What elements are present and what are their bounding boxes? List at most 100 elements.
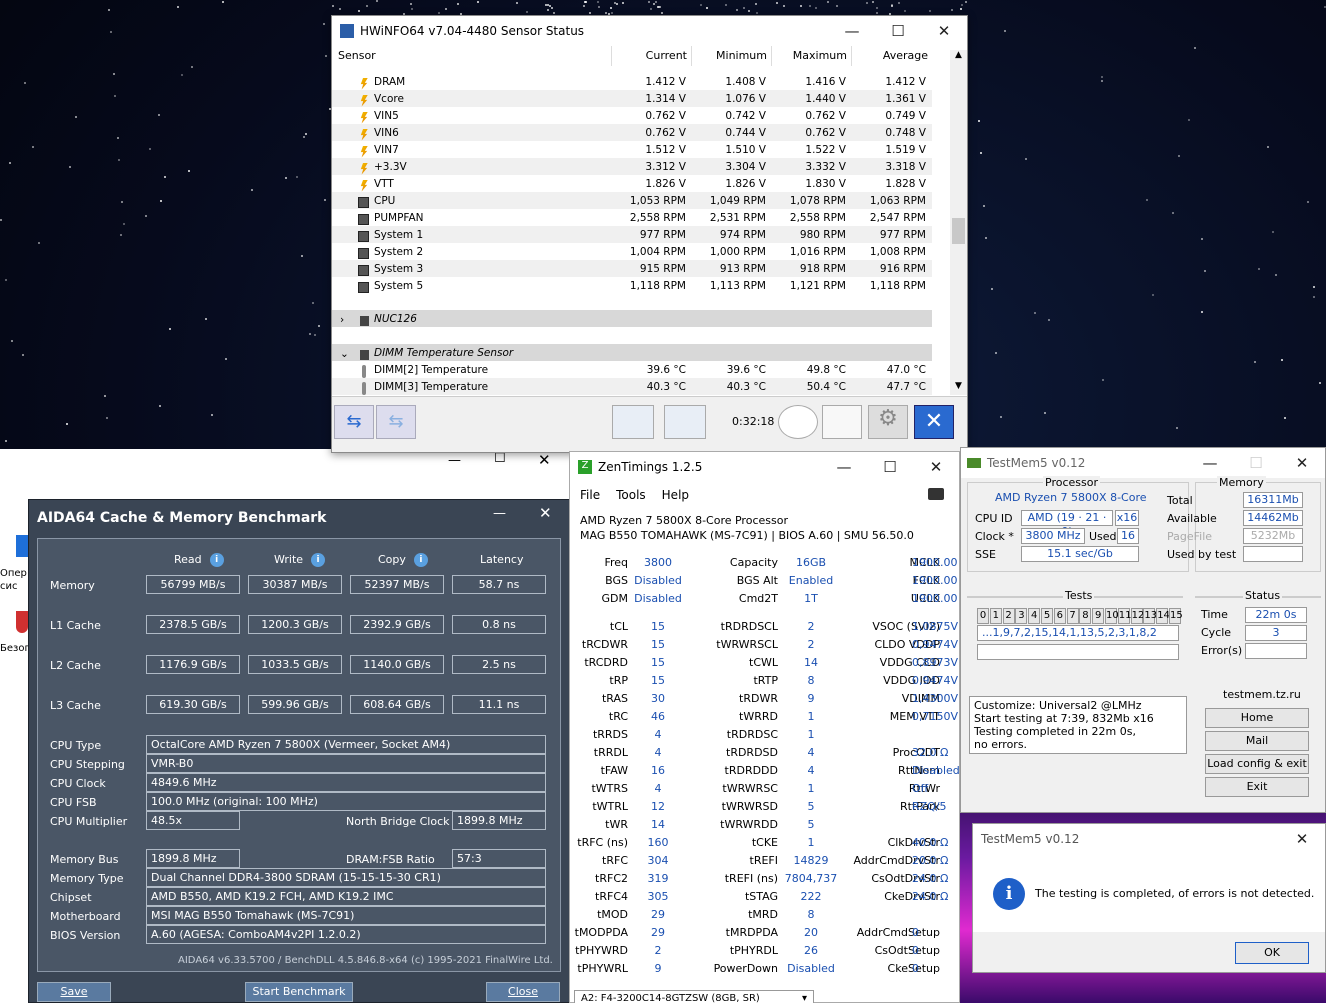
sensor-row[interactable]: DRAM 1.412 V 1.408 V 1.416 V 1.412 V: [332, 73, 932, 90]
close-icon[interactable]: ✕: [538, 451, 551, 469]
title-bar[interactable]: TestMem5 v0.12 — ☐ ✕: [961, 448, 1325, 478]
clock-value: 3800 MHz: [1021, 528, 1085, 544]
sensor-row[interactable]: System 1 977 RPM 974 RPM 980 RPM 977 RPM: [332, 226, 932, 243]
scroll-down-icon[interactable]: ▼: [950, 381, 967, 395]
chevron-right-icon[interactable]: ›: [340, 314, 344, 326]
value-current: 3.312 V: [645, 160, 686, 173]
save-button[interactable]: Save: [37, 982, 111, 1002]
timing-value: 1: [807, 710, 815, 723]
close-icon[interactable]: ✕: [539, 504, 552, 522]
sensor-row[interactable]: VIN5 0.762 V 0.742 V 0.762 V 0.749 V: [332, 107, 932, 124]
sensor-row[interactable]: VTT 1.826 V 1.826 V 1.830 V 1.828 V: [332, 175, 932, 192]
timing-label: tREFI (ns): [724, 872, 778, 885]
clock-icon[interactable]: [778, 405, 818, 439]
available-value: 14462Mb: [1243, 510, 1303, 526]
column-header[interactable]: Sensor Current Minimum Maximum Average: [332, 46, 952, 66]
star: [1043, 411, 1046, 414]
sensor-row[interactable]: VIN6 0.762 V 0.744 V 0.762 V 0.748 V: [332, 124, 932, 141]
title-bar[interactable]: TestMem5 v0.12 ✕: [973, 824, 1325, 854]
star: [68, 166, 71, 169]
close-button[interactable]: Close: [486, 982, 560, 1002]
value-maximum: 1,016 RPM: [789, 245, 846, 258]
ok-button[interactable]: OK: [1235, 942, 1309, 964]
sensor-row[interactable]: +3.3V 3.312 V 3.304 V 3.332 V 3.318 V: [332, 158, 932, 175]
camera-icon[interactable]: [928, 488, 944, 500]
time-label: Time: [1201, 608, 1228, 621]
sensor-group[interactable]: › NUC126: [332, 310, 932, 327]
col-current[interactable]: Current: [612, 46, 692, 66]
shield-icon[interactable]: [16, 611, 28, 633]
menu-help[interactable]: Help: [662, 488, 689, 502]
nav-forward-icon[interactable]: ⇆: [376, 405, 416, 439]
sensor-row[interactable]: VIN7 1.512 V 1.510 V 1.522 V 1.519 V: [332, 141, 932, 158]
minimize-icon[interactable]: —: [821, 458, 867, 476]
exit-button[interactable]: Exit: [1205, 777, 1309, 797]
close-icon[interactable]: ✕: [921, 22, 967, 40]
close-icon[interactable]: ✕: [1279, 830, 1325, 848]
sensor-group[interactable]: ⌄ DIMM Temperature Sensor: [332, 344, 932, 361]
value-current: 40.3 °C: [646, 380, 686, 393]
voltage-icon: [360, 128, 368, 141]
scroll-thumb[interactable]: [952, 218, 965, 244]
minimize-icon[interactable]: —: [1187, 454, 1233, 472]
voltage-icon: [360, 94, 368, 107]
scrollbar[interactable]: ▲ ▼: [950, 50, 967, 395]
sensor-row[interactable]: DIMM[3] Temperature 40.3 °C 40.3 °C 50.4 °C…: [332, 378, 932, 395]
timing-value: 14: [651, 818, 665, 831]
star: [1193, 47, 1196, 50]
menu-file[interactable]: File: [580, 488, 600, 502]
mail-button[interactable]: Mail: [1205, 731, 1309, 751]
close-icon[interactable]: ✕: [1279, 454, 1325, 472]
col-minimum[interactable]: Minimum: [692, 46, 772, 66]
value-maximum: 2,558 RPM: [789, 211, 846, 224]
nav-back-icon[interactable]: ⇆: [334, 405, 374, 439]
col-sensor[interactable]: Sensor: [332, 46, 612, 66]
report-icon[interactable]: [822, 405, 862, 439]
title-bar[interactable]: HWiNFO64 v7.04-4480 Sensor Status — ☐ ✕: [332, 16, 967, 46]
test-cell: 9: [1092, 608, 1105, 624]
sensor-row[interactable]: System 5 1,118 RPM 1,113 RPM 1,121 RPM 1,118…: [332, 277, 932, 294]
minimize-icon[interactable]: —: [448, 453, 461, 468]
gear-icon[interactable]: ⚙: [868, 405, 908, 439]
timing-label: tRFC: [602, 854, 628, 867]
timing-label: tRTP: [753, 674, 778, 687]
timing-label: tFAW: [600, 764, 628, 777]
value-memory-type: Dual Channel DDR4-3800 SDRAM (15-15-15-3…: [146, 868, 546, 887]
sensor-row[interactable]: DIMM[2] Temperature 39.6 °C 39.6 °C 49.8 °C…: [332, 361, 932, 378]
home-button[interactable]: Home: [1205, 708, 1309, 728]
sensor-row[interactable]: System 2 1,004 RPM 1,000 RPM 1,016 RPM 1,008…: [332, 243, 932, 260]
sensor-row[interactable]: Vcore 1.314 V 1.076 V 1.440 V 1.361 V: [332, 90, 932, 107]
maximize-icon[interactable]: ☐: [867, 458, 913, 476]
windows-icon[interactable]: [16, 535, 28, 557]
sensor-row[interactable]: System 3 915 RPM 913 RPM 918 RPM 916 RPM: [332, 260, 932, 277]
load-config-button[interactable]: Load config & exit: [1205, 754, 1309, 774]
menu-tools[interactable]: Tools: [616, 488, 646, 502]
close-sensors-icon[interactable]: ✕: [914, 405, 954, 439]
col-maximum[interactable]: Maximum: [772, 46, 852, 66]
close-icon[interactable]: ✕: [913, 458, 959, 476]
star: [959, 7, 962, 10]
timing-label: Freq: [604, 556, 628, 569]
maximize-icon[interactable]: ☐: [1233, 454, 1279, 472]
col-average[interactable]: Average: [852, 46, 932, 66]
window-title: TestMem5 v0.12: [987, 456, 1086, 470]
scroll-up-icon[interactable]: ▲: [950, 50, 967, 64]
value-minimum: 40.3 °C: [726, 380, 766, 393]
star: [160, 199, 163, 202]
chevron-down-icon[interactable]: ⌄: [340, 348, 349, 360]
title-bar[interactable]: Z ZenTimings 1.2.5 — ☐ ✕: [570, 452, 959, 482]
minimize-icon[interactable]: —: [493, 506, 506, 521]
maximize-icon[interactable]: ☐: [875, 22, 921, 40]
dimm-select[interactable]: A2: F4-3200C14-8GTZSW (8GB, SR) ▾: [574, 990, 814, 1003]
start-benchmark-button[interactable]: Start Benchmark: [245, 982, 353, 1002]
sensor-row[interactable]: CPU 1,053 RPM 1,049 RPM 1,078 RPM 1,063 RPM: [332, 192, 932, 209]
value-minimum: 1,000 RPM: [709, 245, 766, 258]
value-minimum: 0.744 V: [725, 126, 766, 139]
network-icon[interactable]: [664, 405, 706, 439]
star: [4, 278, 7, 281]
monitor-icon[interactable]: [612, 405, 654, 439]
maximize-icon[interactable]: ☐: [494, 451, 506, 466]
minimize-icon[interactable]: —: [829, 22, 875, 40]
sensor-row[interactable]: PUMPFAN 2,558 RPM 2,531 RPM 2,558 RPM 2,547 …: [332, 209, 932, 226]
log-text: Customize: Universal2 @LMHz Start testin…: [969, 696, 1187, 754]
